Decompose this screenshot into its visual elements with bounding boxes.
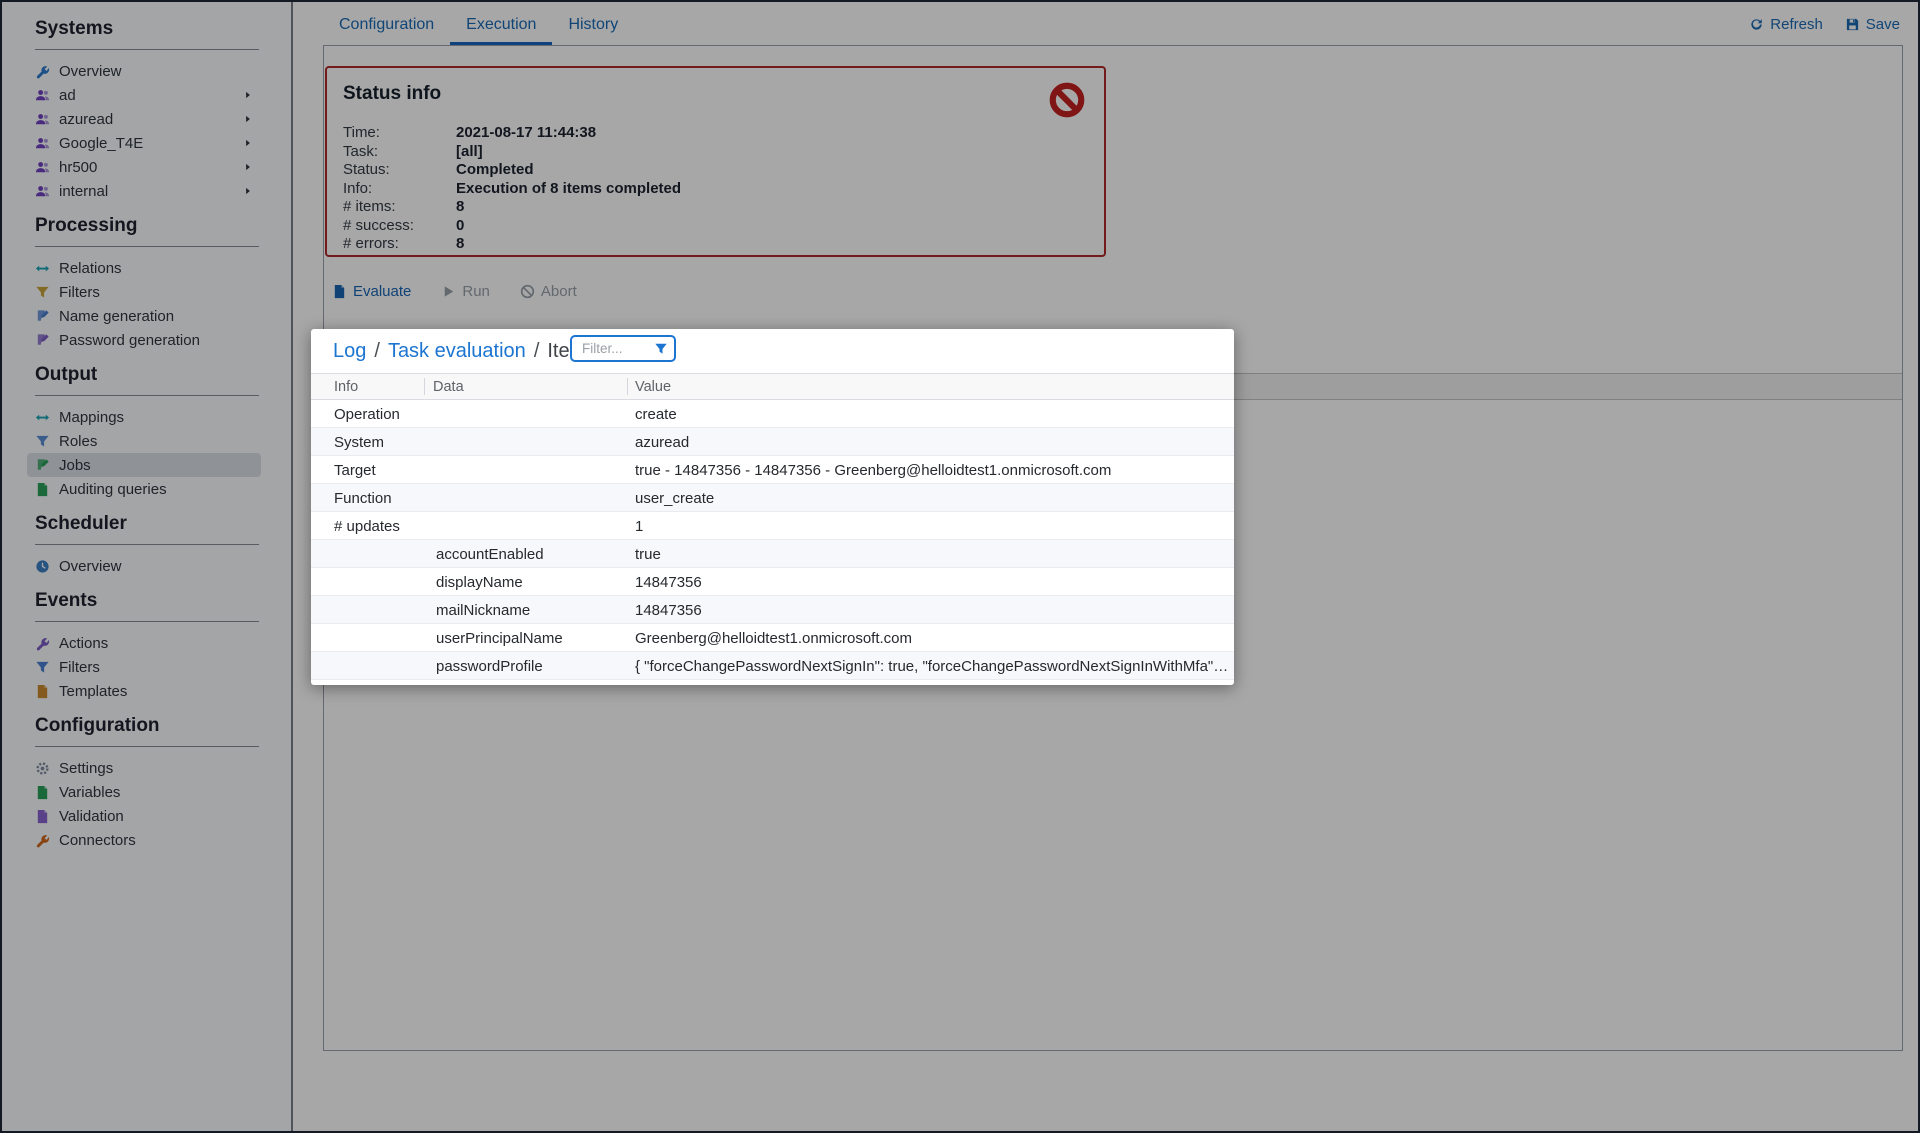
table-row[interactable]: userPrincipalName Greenberg@helloidtest1.… xyxy=(311,624,1234,652)
cell-value: azuread xyxy=(635,434,1230,451)
column-divider xyxy=(424,378,425,395)
table-row[interactable]: displayName 14847356 xyxy=(311,568,1234,596)
breadcrumb-separator: / xyxy=(374,340,380,363)
cell-data: accountEnabled xyxy=(436,546,544,563)
filter-funnel-icon xyxy=(654,342,668,356)
cell-data: userPrincipalName xyxy=(436,630,563,647)
table-body: Operation create System azuread Target true… xyxy=(311,400,1234,680)
column-header-info: Info xyxy=(334,379,358,395)
table-header: Info Data Value xyxy=(311,373,1234,400)
cell-data: mailNickname xyxy=(436,602,530,619)
log-link[interactable]: Log xyxy=(333,340,366,363)
cell-value: 14847356 xyxy=(635,574,1230,591)
table-row[interactable]: mailNickname 14847356 xyxy=(311,596,1234,624)
cell-value: 14847356 xyxy=(635,602,1230,619)
item-data-spotlight-panel: Log / Task evaluation / Item data Info D… xyxy=(311,329,1234,685)
cell-value: create xyxy=(635,406,1230,423)
app-window: Systems Overview ad azuread Google_T4E h… xyxy=(0,0,1920,1133)
cell-value: 1 xyxy=(635,518,1230,535)
column-header-value: Value xyxy=(635,379,671,395)
cell-value: { "forceChangePasswordNextSignIn": true,… xyxy=(635,658,1230,675)
cell-info: Function xyxy=(334,490,392,507)
cell-data: displayName xyxy=(436,574,523,591)
table-row[interactable]: Target true - 14847356 - 14847356 - Green… xyxy=(311,456,1234,484)
table-row[interactable]: Function user_create xyxy=(311,484,1234,512)
table-row[interactable]: Operation create xyxy=(311,400,1234,428)
column-header-data: Data xyxy=(433,379,464,395)
breadcrumb-separator: / xyxy=(534,340,540,363)
table-row[interactable]: passwordProfile { "forceChangePasswordNex… xyxy=(311,652,1234,680)
table-row[interactable]: System azuread xyxy=(311,428,1234,456)
filter-field xyxy=(570,335,676,362)
cell-value: true - 14847356 - 14847356 - Greenberg@h… xyxy=(635,462,1230,479)
item-data-table: Info Data Value Operation create System az… xyxy=(311,373,1234,680)
cell-info: Operation xyxy=(334,406,400,423)
task-evaluation-link[interactable]: Task evaluation xyxy=(388,340,526,363)
cell-value: user_create xyxy=(635,490,1230,507)
cell-value: Greenberg@helloidtest1.onmicrosoft.com xyxy=(635,630,1230,647)
cell-info: # updates xyxy=(334,518,400,535)
table-row[interactable]: # updates 1 xyxy=(311,512,1234,540)
cell-data: passwordProfile xyxy=(436,658,543,675)
cell-value: true xyxy=(635,546,1230,563)
filter-input[interactable] xyxy=(580,340,654,357)
column-divider xyxy=(627,378,628,395)
cell-info: System xyxy=(334,434,384,451)
table-row[interactable]: accountEnabled true xyxy=(311,540,1234,568)
cell-info: Target xyxy=(334,462,376,479)
